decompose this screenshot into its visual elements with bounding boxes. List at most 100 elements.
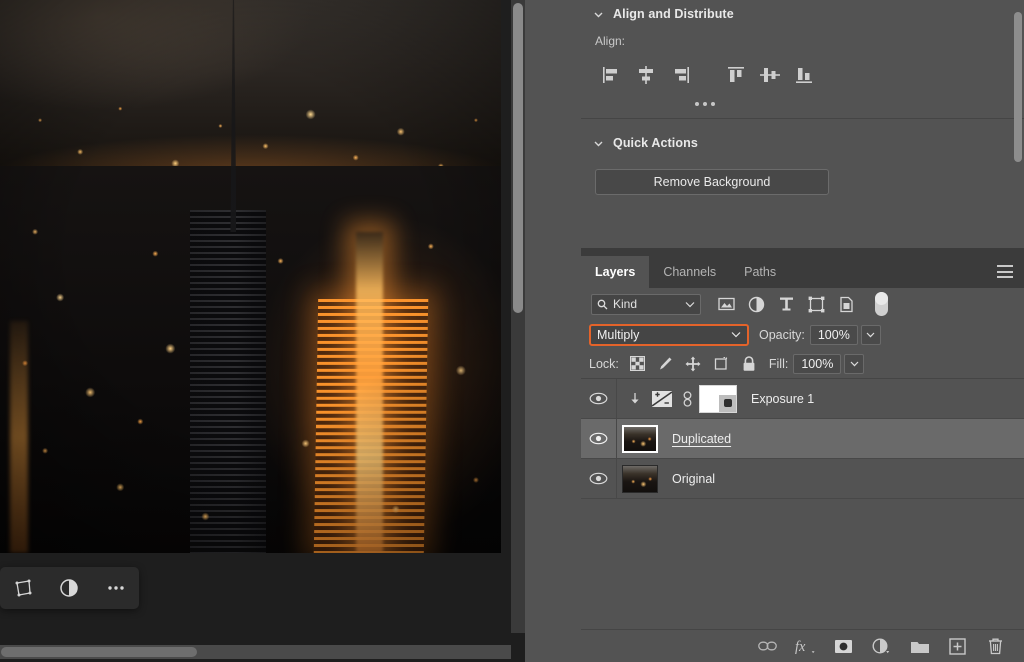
layer-thumbnail[interactable] bbox=[622, 465, 658, 493]
fill-label: Fill: bbox=[769, 357, 788, 371]
plus-square-icon[interactable] bbox=[947, 636, 968, 657]
image-vignette bbox=[0, 0, 501, 553]
image-icon[interactable] bbox=[715, 293, 737, 315]
trash-icon[interactable] bbox=[985, 636, 1006, 657]
filter-enable-toggle[interactable] bbox=[875, 292, 888, 316]
eye-icon bbox=[589, 432, 608, 445]
svg-text:fx: fx bbox=[795, 638, 806, 654]
align-center-vertical-icon[interactable] bbox=[753, 62, 787, 88]
tab-layers[interactable]: Layers bbox=[581, 256, 649, 288]
chevron-down-icon[interactable] bbox=[593, 138, 604, 149]
adjustment-circle-icon[interactable] bbox=[54, 573, 84, 603]
filter-kind-label: Kind bbox=[613, 297, 680, 311]
artboard-icon[interactable] bbox=[712, 354, 731, 373]
menu-line bbox=[997, 276, 1013, 278]
align-and-distribute-header[interactable]: Align and Distribute bbox=[581, 0, 1024, 28]
fill-stepper[interactable] bbox=[844, 354, 864, 374]
opacity-label: Opacity: bbox=[759, 328, 805, 342]
scrollbar-thumb[interactable] bbox=[1014, 12, 1022, 162]
layers-panel: Layers Channels Paths Kind bbox=[581, 256, 1024, 662]
mask-icon[interactable] bbox=[833, 636, 854, 657]
blend-mode-value: Multiply bbox=[597, 328, 731, 342]
scrollbar-thumb[interactable] bbox=[1, 647, 197, 657]
fx-icon[interactable]: fx bbox=[795, 636, 816, 657]
search-icon bbox=[597, 299, 608, 310]
align-label: Align: bbox=[581, 34, 1024, 48]
table-row[interactable]: Original bbox=[581, 459, 1024, 499]
layer-name[interactable]: Duplicated bbox=[672, 432, 731, 446]
adjustment-circle-icon[interactable] bbox=[745, 293, 767, 315]
chevron-down-icon[interactable] bbox=[593, 9, 604, 20]
folder-icon[interactable] bbox=[909, 636, 930, 657]
opacity-stepper[interactable] bbox=[861, 325, 881, 345]
eye-icon bbox=[589, 392, 608, 405]
smart-object-icon[interactable] bbox=[835, 293, 857, 315]
layer-visibility-toggle[interactable] bbox=[581, 419, 617, 458]
layers-list: Exposure 1 Duplicated bbox=[581, 378, 1024, 499]
layer-name[interactable]: Exposure 1 bbox=[751, 392, 814, 406]
quick-actions-header[interactable]: Quick Actions bbox=[581, 129, 1024, 157]
link-icon[interactable] bbox=[757, 636, 778, 657]
quick-actions-title: Quick Actions bbox=[613, 136, 698, 150]
tab-paths[interactable]: Paths bbox=[730, 256, 790, 288]
lock-buttons bbox=[628, 354, 759, 373]
menu-line bbox=[997, 265, 1013, 267]
more-options-icon[interactable] bbox=[101, 573, 131, 603]
lock-label: Lock: bbox=[589, 357, 619, 371]
properties-panel-scrollbar[interactable] bbox=[1014, 4, 1022, 244]
layer-filter-row: Kind bbox=[581, 288, 1024, 320]
exposure-icon[interactable] bbox=[649, 390, 675, 408]
layer-mask-thumbnail[interactable] bbox=[699, 385, 737, 413]
panel-separator bbox=[581, 248, 1024, 256]
chevron-down-icon bbox=[685, 301, 695, 308]
padlock-icon[interactable] bbox=[740, 354, 759, 373]
hamburger-menu-icon[interactable] bbox=[997, 265, 1013, 278]
tab-channels[interactable]: Channels bbox=[649, 256, 730, 288]
layer-visibility-toggle[interactable] bbox=[581, 379, 617, 418]
align-top-icon[interactable] bbox=[719, 62, 753, 88]
canvas-area bbox=[0, 0, 581, 662]
canvas-vertical-scrollbar[interactable] bbox=[511, 0, 525, 633]
layer-visibility-toggle[interactable] bbox=[581, 459, 617, 498]
canvas-horizontal-scrollbar[interactable] bbox=[0, 645, 511, 659]
fill-input[interactable]: 100% bbox=[793, 354, 841, 374]
opacity-input[interactable]: 100% bbox=[810, 325, 858, 345]
layer-name[interactable]: Original bbox=[672, 472, 715, 486]
eye-icon bbox=[589, 472, 608, 485]
table-row[interactable]: Duplicated bbox=[581, 419, 1024, 459]
right-panel-column: Align and Distribute Align: bbox=[581, 0, 1024, 662]
align-left-icon[interactable] bbox=[595, 62, 629, 88]
align-right-icon[interactable] bbox=[663, 62, 697, 88]
shape-bounds-icon[interactable] bbox=[805, 293, 827, 315]
text-t-icon[interactable] bbox=[775, 293, 797, 315]
photoshop-window: Align and Distribute Align: bbox=[0, 0, 1024, 662]
adjustment-circle-icon[interactable] bbox=[871, 636, 892, 657]
filter-kind-select[interactable]: Kind bbox=[591, 294, 701, 315]
transform-quad-icon[interactable] bbox=[8, 573, 38, 603]
brush-icon[interactable] bbox=[656, 354, 675, 373]
move-arrows-icon[interactable] bbox=[684, 354, 703, 373]
more-options-icon[interactable] bbox=[581, 102, 828, 106]
filter-type-buttons bbox=[715, 292, 888, 316]
align-center-horizontal-icon[interactable] bbox=[629, 62, 663, 88]
link-mask-icon[interactable] bbox=[678, 391, 696, 407]
blend-mode-row: Multiply Opacity: 100% bbox=[581, 320, 1024, 349]
align-and-distribute-title: Align and Distribute bbox=[613, 7, 734, 21]
align-buttons-row bbox=[581, 62, 1024, 88]
layer-thumbnail[interactable] bbox=[622, 425, 658, 453]
dot bbox=[703, 102, 707, 106]
checkerboard-icon[interactable] bbox=[628, 354, 647, 373]
layers-panel-tabs: Layers Channels Paths bbox=[581, 256, 1024, 288]
dot bbox=[695, 102, 699, 106]
scrollbar-thumb[interactable] bbox=[513, 3, 523, 313]
properties-panel: Align and Distribute Align: bbox=[581, 0, 1024, 248]
dot bbox=[711, 102, 715, 106]
blend-mode-select[interactable]: Multiply bbox=[589, 324, 749, 346]
layers-panel-bottom-bar: fx bbox=[581, 629, 1024, 662]
remove-background-button[interactable]: Remove Background bbox=[595, 169, 829, 195]
table-row[interactable]: Exposure 1 bbox=[581, 379, 1024, 419]
canvas-floating-toolbar bbox=[0, 567, 139, 609]
canvas-image[interactable] bbox=[0, 0, 501, 553]
clipping-mask-arrow-icon bbox=[623, 392, 645, 406]
align-bottom-icon[interactable] bbox=[787, 62, 821, 88]
